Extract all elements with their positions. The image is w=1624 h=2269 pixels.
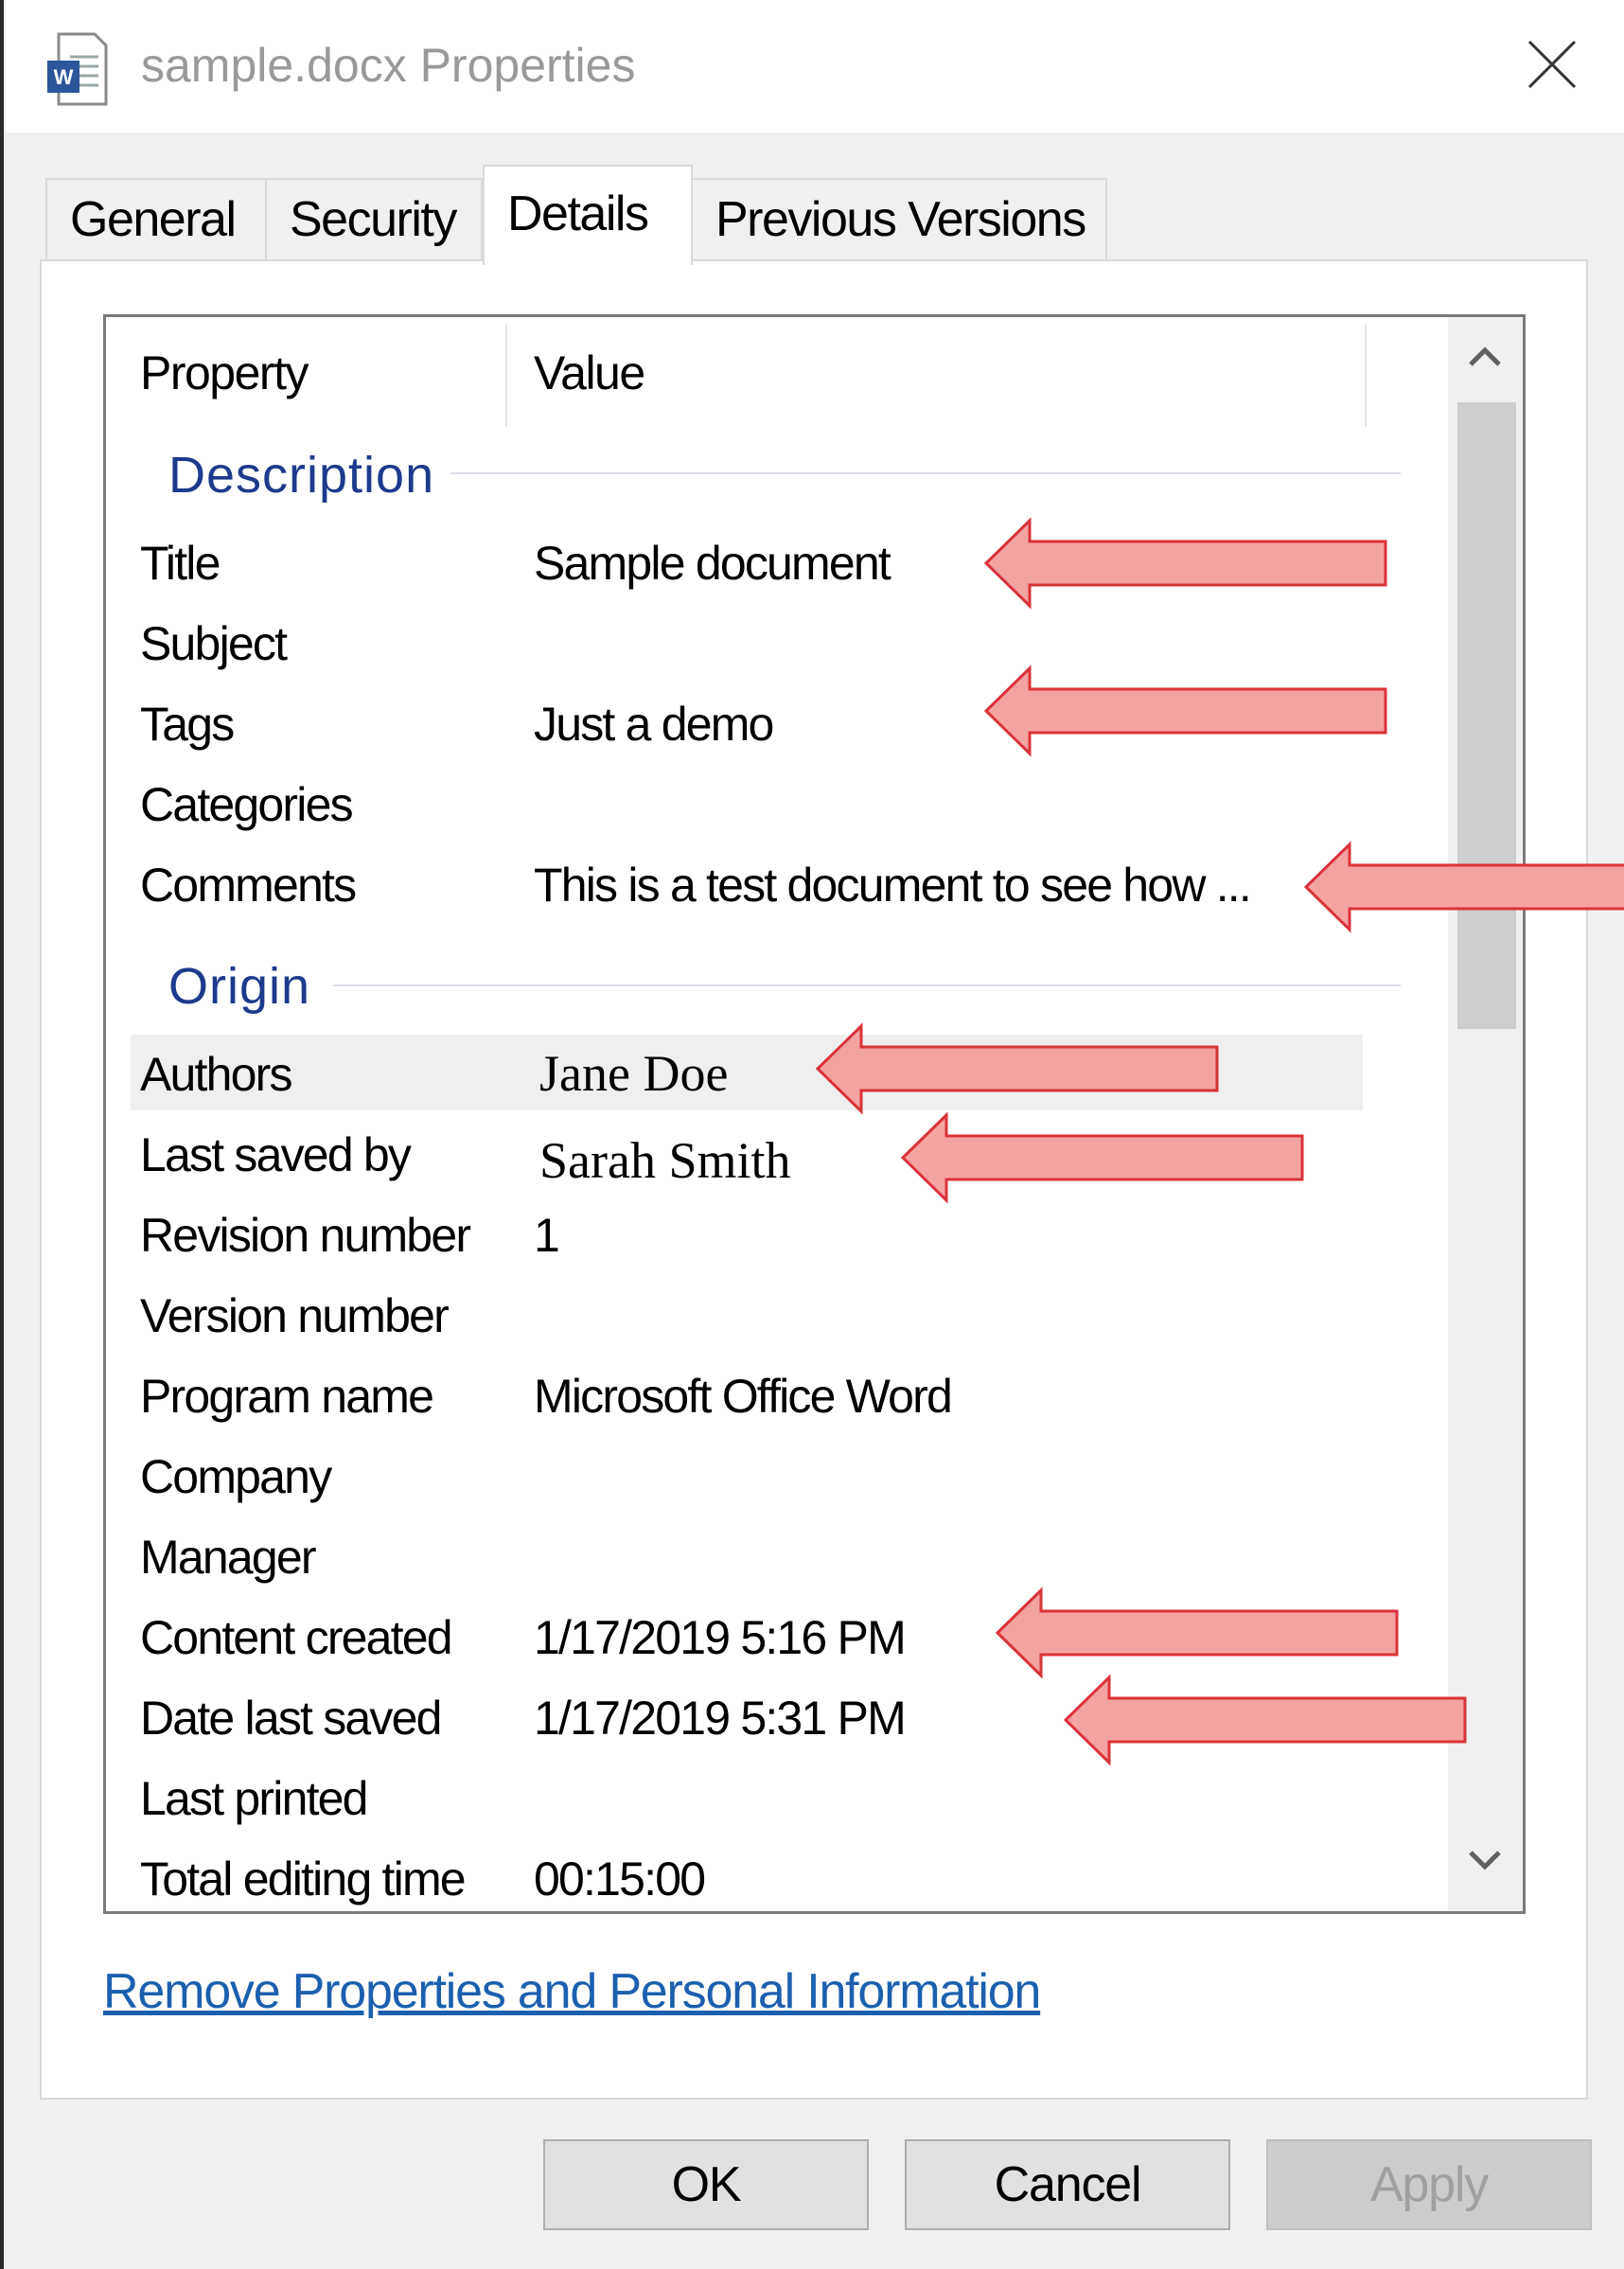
property-name: Manager [140, 1531, 317, 1584]
column-divider[interactable] [505, 325, 507, 427]
tab-general[interactable]: General [45, 178, 267, 259]
tab-security[interactable]: Security [265, 178, 483, 259]
vertical-scrollbar[interactable] [1448, 317, 1523, 1911]
properties-dialog: W sample.docx Properties General Securit… [0, 0, 1624, 2269]
chevron-down-icon[interactable] [1461, 1841, 1509, 1879]
tab-details[interactable]: Details [483, 165, 693, 265]
property-name: Version number [140, 1289, 450, 1342]
title-bar[interactable]: W sample.docx Properties [4, 0, 1624, 133]
apply-button[interactable]: Apply [1266, 2139, 1592, 2230]
tab-previous-versions[interactable]: Previous Versions [691, 178, 1107, 259]
ok-button[interactable]: OK [543, 2139, 869, 2230]
left-arrow-icon [983, 665, 1387, 757]
column-header-value[interactable]: Value [534, 346, 645, 400]
property-value[interactable]: 1 [534, 1208, 560, 1263]
property-name: Title [140, 537, 221, 590]
cancel-button[interactable]: Cancel [905, 2139, 1230, 2230]
group-divider [333, 984, 1401, 986]
scrollbar-thumb[interactable] [1457, 402, 1516, 1029]
column-header-property[interactable]: Property [140, 346, 309, 400]
column-divider[interactable] [1365, 325, 1367, 427]
property-name: Company [140, 1450, 332, 1503]
property-name: Program name [140, 1370, 434, 1423]
property-name: Revision number [140, 1209, 471, 1262]
svg-text:W: W [54, 65, 74, 89]
property-name: Authors [140, 1048, 293, 1101]
property-name: Tags [140, 698, 235, 751]
remove-properties-link[interactable]: Remove Properties and Personal Informati… [103, 1963, 1041, 2020]
property-value[interactable]: 1/17/2019 5:16 PM [534, 1610, 907, 1665]
property-name: Date last saved [140, 1692, 442, 1745]
chevron-up-icon[interactable] [1461, 338, 1509, 376]
property-name: Last saved by [140, 1128, 412, 1181]
left-arrow-icon [995, 1587, 1399, 1679]
left-arrow-icon [1063, 1674, 1467, 1766]
group-header-description: Description [168, 447, 435, 504]
property-name: Total editing time [140, 1852, 467, 1906]
property-value[interactable]: Just a demo [534, 697, 774, 752]
property-value[interactable]: 00:15:00 [534, 1852, 706, 1906]
left-arrow-icon [983, 517, 1387, 610]
left-arrow-icon [815, 1022, 1219, 1115]
property-name: Comments [140, 859, 357, 912]
group-header-origin: Origin [168, 958, 311, 1015]
group-divider [450, 472, 1401, 474]
left-arrow-icon [1303, 841, 1624, 933]
property-name: Categories [140, 778, 354, 831]
property-value[interactable]: 1/17/2019 5:31 PM [534, 1691, 907, 1746]
property-value[interactable]: Sample document [534, 536, 891, 591]
close-icon[interactable] [1524, 36, 1580, 93]
property-name: Subject [140, 617, 288, 670]
window-title: sample.docx Properties [141, 39, 636, 92]
word-document-icon: W [47, 32, 108, 106]
property-value[interactable]: Jane Doe [539, 1044, 728, 1103]
property-name: Last printed [140, 1772, 368, 1825]
property-value[interactable]: Microsoft Office Word [534, 1369, 953, 1424]
property-name: Content created [140, 1611, 453, 1664]
property-value[interactable]: Sarah Smith [539, 1131, 791, 1190]
left-arrow-icon [900, 1111, 1304, 1204]
property-value[interactable]: This is a test document to see how ... [534, 858, 1252, 913]
